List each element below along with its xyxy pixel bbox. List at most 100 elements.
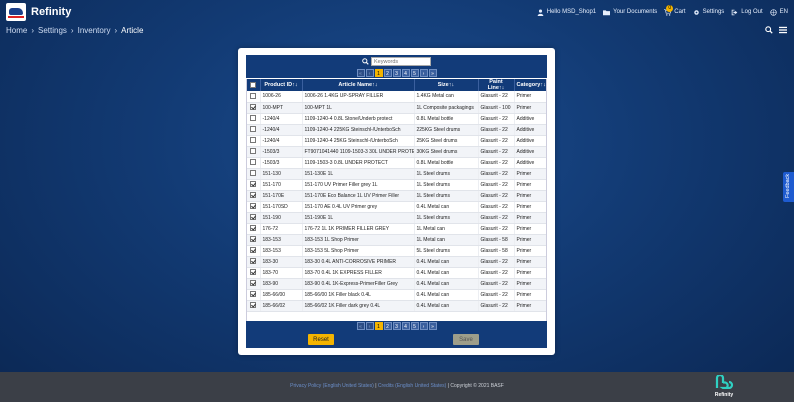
table-row[interactable]: 100-MPT 100-MPT 1L 1L Composite packagings… (247, 102, 546, 114)
table-row[interactable]: 183-153 183-153 5L Shop Primer 5L Steel dr… (247, 245, 546, 257)
paint-line-header[interactable]: Paint Line↑↓ (478, 79, 515, 91)
row-select-cell[interactable] (247, 168, 261, 180)
row-select-cell[interactable] (247, 157, 261, 169)
prev-page-button[interactable]: ‹ (365, 322, 374, 330)
table-row[interactable]: 176-72 176-72 1L 1K PRIMER FILLER GREY 1L … (247, 223, 546, 235)
first-page-button[interactable]: « (356, 69, 365, 77)
row-select-cell[interactable] (247, 212, 261, 224)
page-button[interactable]: 5 (410, 69, 419, 77)
row-checkbox[interactable] (250, 236, 257, 243)
save-button[interactable]: Save (453, 334, 479, 345)
logout-link[interactable]: Log Out (731, 9, 763, 16)
table-row[interactable]: 185-66/02 185-66/02 1K Filler dark grey 0… (247, 300, 546, 312)
row-checkbox[interactable] (250, 159, 257, 166)
feedback-tab[interactable]: Feedback (783, 172, 794, 202)
page-button[interactable]: 2 (383, 69, 392, 77)
keyword-search-input[interactable] (371, 57, 431, 66)
row-checkbox[interactable] (250, 203, 257, 210)
product-id-header[interactable]: Product ID↑↓ (260, 79, 303, 91)
row-select-cell[interactable] (247, 256, 261, 268)
row-select-cell[interactable] (247, 300, 261, 312)
table-row[interactable]: 185-66/00 185-66/00 1K Filler black 0.4L 0… (247, 289, 546, 301)
page-button[interactable]: 3 (392, 322, 401, 330)
row-select-cell[interactable] (247, 190, 261, 202)
row-checkbox[interactable] (250, 280, 257, 287)
row-checkbox[interactable] (250, 225, 257, 232)
row-select-cell[interactable] (247, 124, 261, 136)
row-checkbox[interactable] (250, 247, 257, 254)
page-button[interactable]: 5 (410, 322, 419, 330)
row-checkbox[interactable] (250, 192, 257, 199)
table-row[interactable]: -1240/4 1109-1240-4 225KG Steinschl-/Unte… (247, 124, 546, 136)
next-page-button[interactable]: › (419, 69, 428, 77)
table-row[interactable]: 151-130 151-130E 1L 1L Steel drums Glasurit… (247, 168, 546, 180)
row-select-cell[interactable] (247, 278, 261, 290)
page-button[interactable]: 1 (374, 322, 383, 330)
settings-link[interactable]: Settings (693, 9, 724, 16)
table-row[interactable]: 1006-26 1006-26 1.4KG UP-SPRAY FILLER 1.4K… (247, 91, 546, 103)
row-select-cell[interactable] (247, 179, 261, 191)
breadcrumb-settings[interactable]: Settings (38, 26, 67, 35)
cart-link[interactable]: 0 Cart (664, 4, 686, 16)
table-row[interactable]: 183-90 183-90 0.4L 1K-Express-PrimerFille… (247, 278, 546, 290)
row-select-cell[interactable] (247, 267, 261, 279)
table-row[interactable]: -1503/3 FT9071041440 1109-1503-3 30L UNDE… (247, 146, 546, 158)
app-logo[interactable] (6, 3, 26, 21)
select-all-checkbox[interactable] (250, 81, 257, 88)
last-page-button[interactable]: » (428, 322, 437, 330)
table-row[interactable]: 183-30 183-30 0.4L ANTI-CORROSIVE PRIMER 0… (247, 256, 546, 268)
row-select-cell[interactable] (247, 102, 261, 114)
prev-page-button[interactable]: ‹ (365, 69, 374, 77)
row-checkbox[interactable] (250, 291, 257, 298)
page-button[interactable]: 3 (392, 69, 401, 77)
row-select-cell[interactable] (247, 135, 261, 147)
reset-button[interactable]: Reset (308, 334, 334, 345)
row-checkbox[interactable] (250, 148, 257, 155)
user-menu[interactable]: Hello MSD_Shop1 (537, 9, 596, 16)
credits-link[interactable]: Credits (English United States) (378, 383, 446, 389)
row-select-cell[interactable] (247, 289, 261, 301)
row-select-cell[interactable] (247, 91, 261, 103)
row-checkbox[interactable] (250, 137, 257, 144)
breadcrumb-home[interactable]: Home (6, 26, 27, 35)
menu-icon[interactable] (779, 26, 787, 34)
breadcrumb-inventory[interactable]: Inventory (78, 26, 111, 35)
page-button[interactable]: 1 (374, 69, 383, 77)
next-page-button[interactable]: › (419, 322, 428, 330)
row-checkbox[interactable] (250, 214, 257, 221)
row-checkbox[interactable] (250, 115, 257, 122)
row-select-cell[interactable] (247, 113, 261, 125)
page-button[interactable]: 4 (401, 322, 410, 330)
article-name-header[interactable]: Article Name↑↓ (302, 79, 415, 91)
table-row[interactable]: 151-170SD 151-170 AE 0.4L UV Primer grey 0… (247, 201, 546, 213)
table-row[interactable]: 183-70 183-70 0.4L 1K EXPRESS FILLER 0.4L … (247, 267, 546, 279)
select-all-header[interactable] (247, 79, 261, 91)
table-row[interactable]: -1240/4 1109-1240-4 0.8L Stone/Underb pro… (247, 113, 546, 125)
page-button[interactable]: 2 (383, 322, 392, 330)
category-header[interactable]: Category↑↓ (514, 79, 546, 91)
table-row[interactable]: 151-170 151-170 UV Primer Filler grey 1L 1… (247, 179, 546, 191)
row-checkbox[interactable] (250, 181, 257, 188)
table-row[interactable]: -1240/4 1109-1240-4 25KG Steinschl-/Unter… (247, 135, 546, 147)
table-row[interactable]: 151-190 151-190E 1L 1L Steel drums Glasurit… (247, 212, 546, 224)
row-checkbox[interactable] (250, 93, 257, 100)
table-row[interactable]: 151-170E 151-170E Eco Balance 1L UV Prime… (247, 190, 546, 202)
row-checkbox[interactable] (250, 104, 257, 111)
row-select-cell[interactable] (247, 146, 261, 158)
row-checkbox[interactable] (250, 126, 257, 133)
row-checkbox[interactable] (250, 258, 257, 265)
row-select-cell[interactable] (247, 201, 261, 213)
page-button[interactable]: 4 (401, 69, 410, 77)
row-checkbox[interactable] (250, 170, 257, 177)
privacy-policy-link[interactable]: Privacy Policy (English United States) (290, 383, 374, 389)
row-select-cell[interactable] (247, 234, 261, 246)
table-row[interactable]: 183-153 183-153 1L Shop Primer 1L Metal ca… (247, 234, 546, 246)
first-page-button[interactable]: « (356, 322, 365, 330)
row-checkbox[interactable] (250, 302, 257, 309)
size-header[interactable]: Size↑↓ (414, 79, 479, 91)
row-checkbox[interactable] (250, 269, 257, 276)
last-page-button[interactable]: » (428, 69, 437, 77)
row-select-cell[interactable] (247, 245, 261, 257)
language-selector[interactable]: EN (770, 8, 788, 16)
documents-link[interactable]: Your Documents (603, 9, 657, 16)
